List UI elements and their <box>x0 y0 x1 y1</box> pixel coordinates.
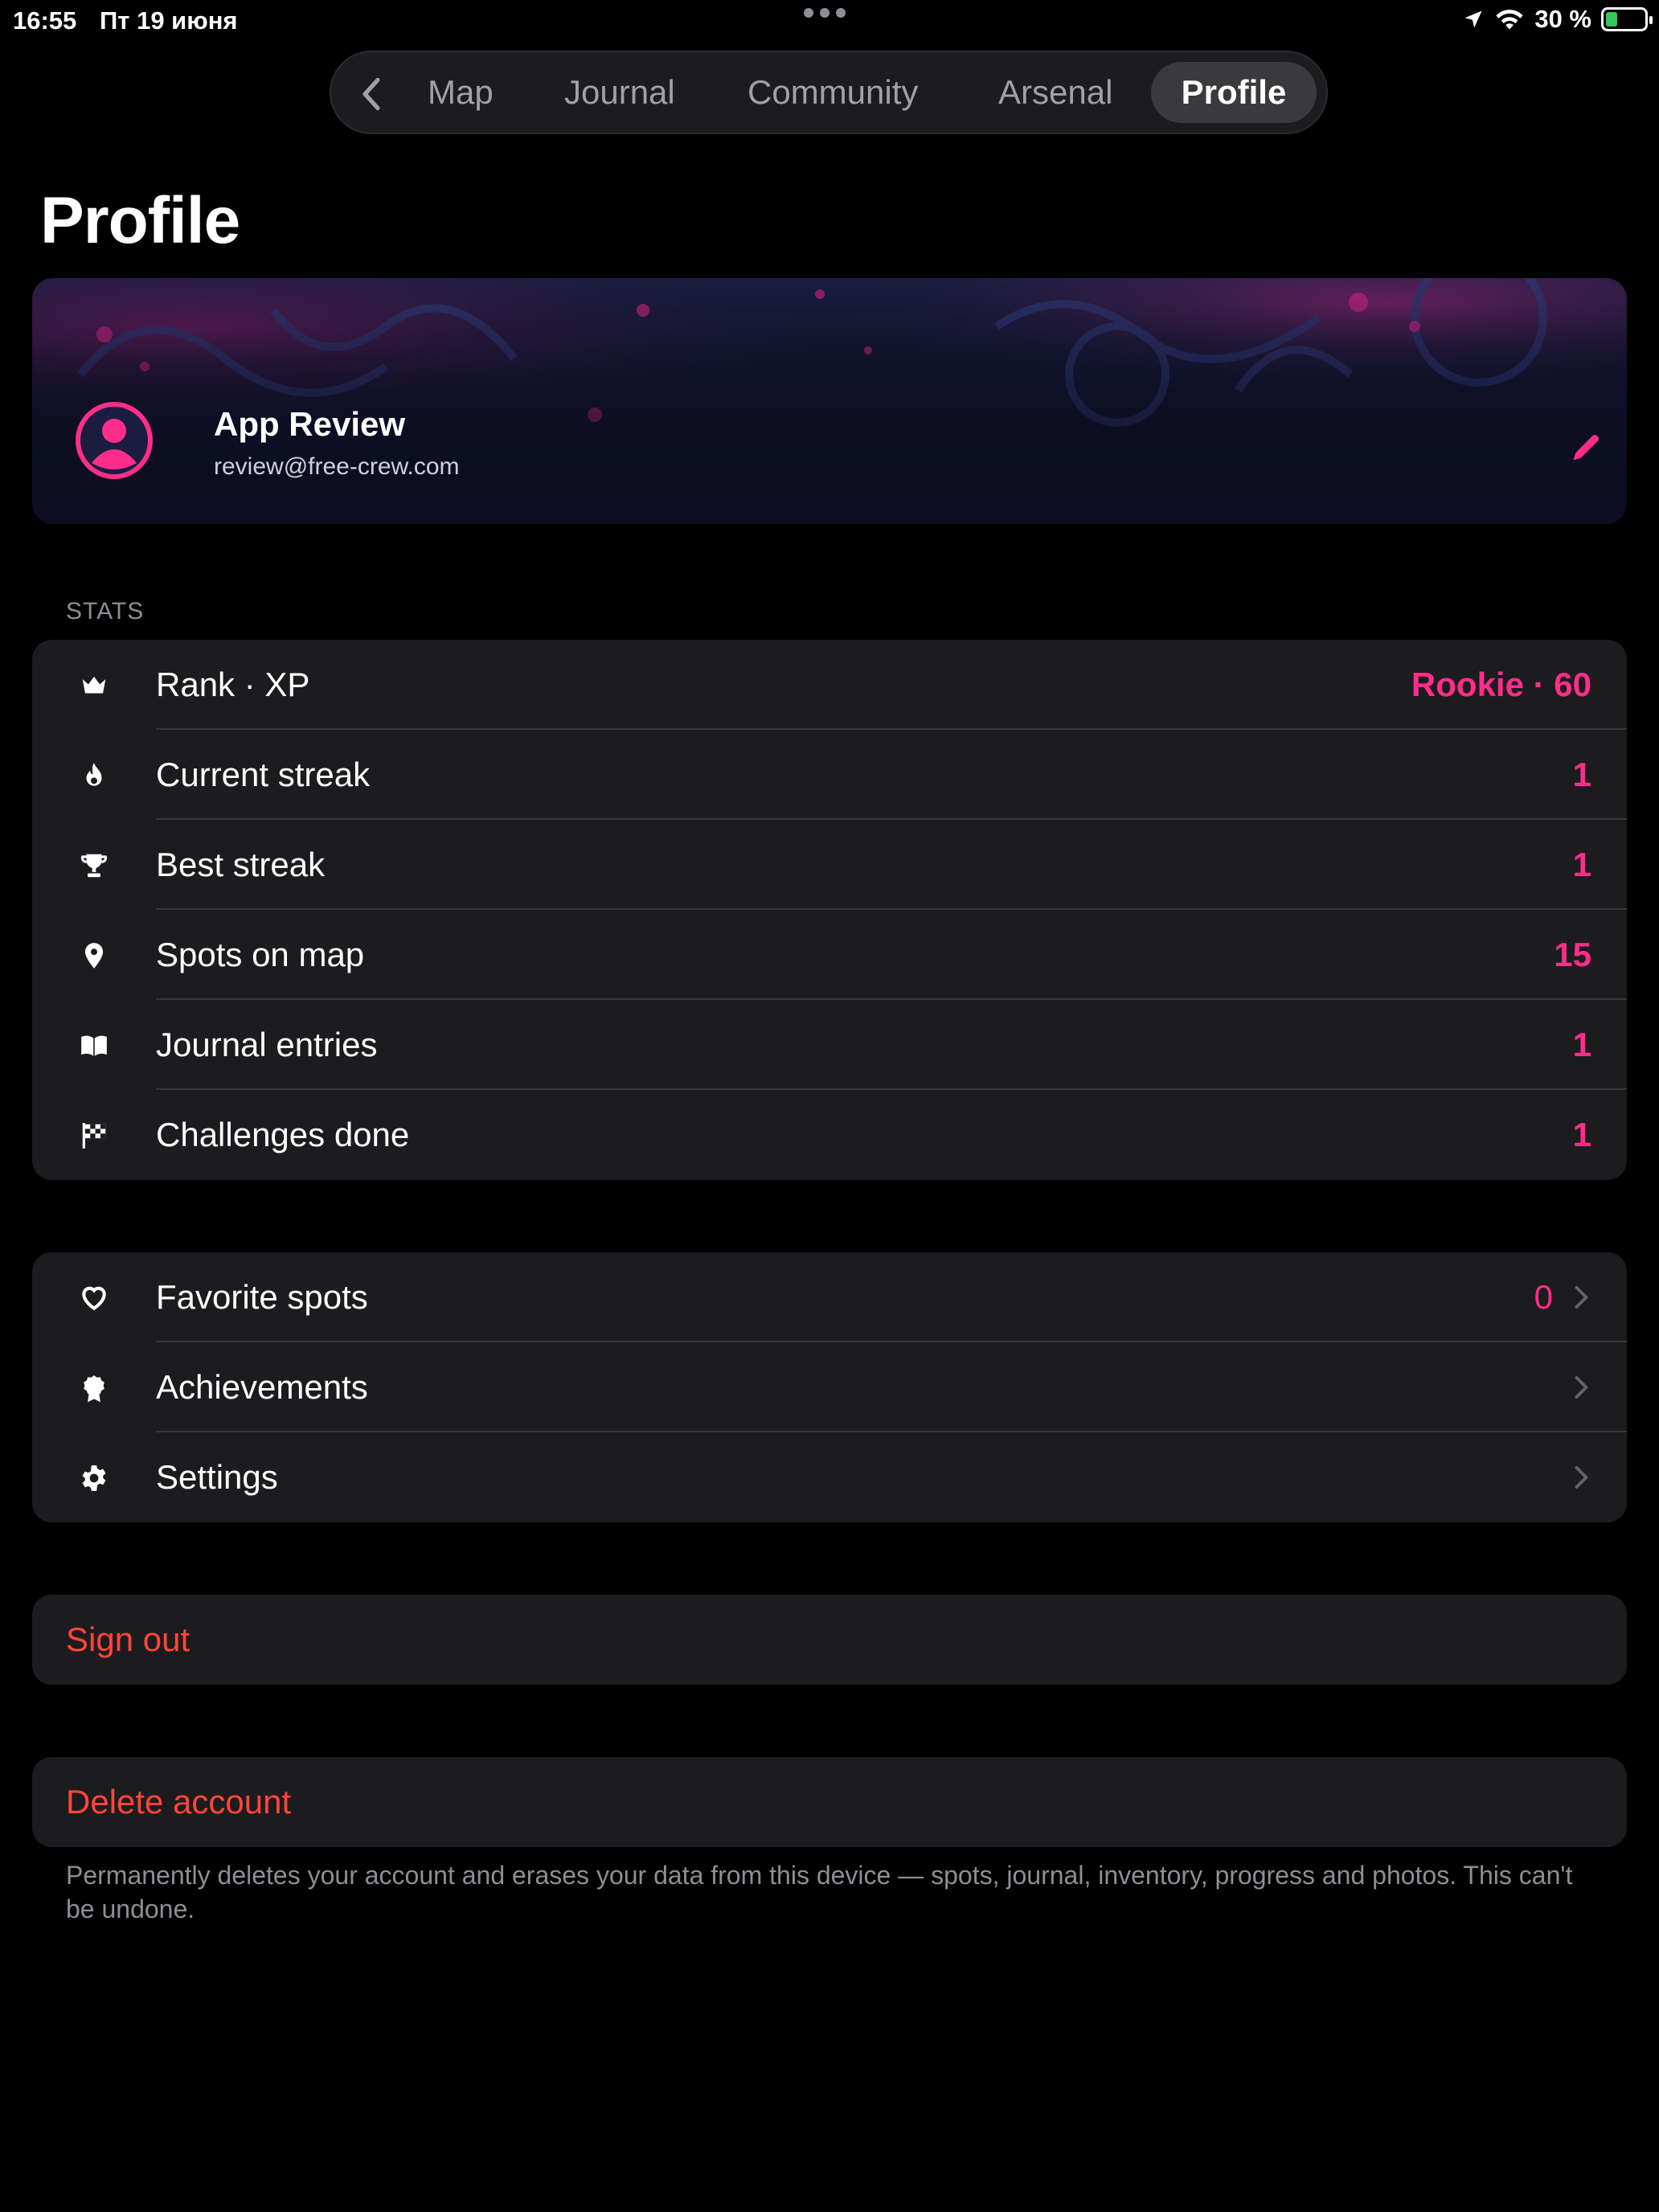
settings-row[interactable]: Settings <box>32 1432 1627 1522</box>
tab-profile[interactable]: Profile <box>1151 62 1317 123</box>
stats-group: Rank · XP Rookie · 60 Current streak 1 B… <box>32 640 1627 1180</box>
stat-row-rank: Rank · XP Rookie · 60 <box>32 640 1627 730</box>
favorite-count: 0 <box>1534 1278 1553 1316</box>
tab-arsenal[interactable]: Arsenal <box>998 52 1112 133</box>
tab-map[interactable]: Map <box>428 52 494 133</box>
location-arrow-icon <box>1464 10 1482 28</box>
crown-icon <box>82 676 106 694</box>
stat-row-best-streak: Best streak 1 <box>32 820 1627 910</box>
stat-row-current-streak: Current streak 1 <box>32 730 1627 820</box>
stat-label: Current streak <box>156 756 371 793</box>
sign-out-label: Sign out <box>66 1620 190 1658</box>
checkered-flag-icon <box>82 1123 106 1149</box>
stat-value: 1 <box>1572 1116 1591 1153</box>
flame-icon <box>86 763 102 786</box>
top-tab-bar: Map Journal Community Arsenal Profile <box>330 51 1328 134</box>
trophy-icon <box>80 854 108 878</box>
page-title: Profile <box>40 184 240 257</box>
favorite-spots-row[interactable]: Favorite spots 0 <box>32 1252 1627 1342</box>
stat-row-challenges-done: Challenges done 1 <box>32 1090 1627 1180</box>
stat-row-spots-on-map: Spots on map 15 <box>32 910 1627 1000</box>
edit-profile-button[interactable] <box>1563 415 1627 479</box>
status-time: 16:55 <box>13 6 77 35</box>
row-label: Achievements <box>156 1368 368 1406</box>
battery-icon <box>1601 7 1653 31</box>
back-button[interactable] <box>349 72 394 117</box>
chevron-right-icon <box>1575 1466 1588 1489</box>
book-icon <box>81 1035 107 1056</box>
row-label: Settings <box>156 1458 278 1496</box>
delete-account-note: Permanently deletes your account and era… <box>66 1861 1573 1923</box>
delete-account-button[interactable]: Delete account <box>32 1757 1627 1847</box>
links-group: Favorite spots 0 Achievements Settings <box>32 1252 1627 1522</box>
person-circle-icon <box>76 402 153 479</box>
chevron-right-icon <box>1575 1376 1588 1399</box>
tab-journal[interactable]: Journal <box>564 52 675 133</box>
achievements-row[interactable]: Achievements <box>32 1342 1627 1432</box>
graffiti-banner-image <box>32 278 1627 524</box>
chevron-left-icon <box>363 77 380 111</box>
status-indicators: 30 % <box>1462 5 1653 34</box>
stat-label: Best streak <box>156 846 326 883</box>
user-email: review@free-crew.com <box>214 453 460 480</box>
status-date: Пт 19 июня <box>100 6 238 35</box>
multitasking-dots-icon[interactable] <box>804 8 846 18</box>
tab-community[interactable]: Community <box>748 52 918 133</box>
stat-label: Rank · XP <box>156 666 310 703</box>
profile-card[interactable]: App Review review@free-crew.com <box>32 278 1627 524</box>
stat-value: Rookie · 60 <box>1411 666 1591 703</box>
wifi-icon <box>1496 10 1523 30</box>
user-name: App Review <box>214 405 406 443</box>
chevron-right-icon <box>1575 1286 1588 1309</box>
stat-value: 15 <box>1554 936 1591 973</box>
battery-percent: 30 % <box>1534 5 1591 33</box>
gear-icon <box>82 1465 106 1491</box>
stat-label: Journal entries <box>156 1026 378 1063</box>
map-pin-icon <box>84 943 104 969</box>
stat-value: 1 <box>1572 756 1591 793</box>
stat-row-journal-entries: Journal entries 1 <box>32 1000 1627 1090</box>
stat-label: Spots on map <box>156 936 365 973</box>
heart-icon <box>82 1286 106 1311</box>
stat-label: Challenges done <box>156 1116 410 1153</box>
medal-icon <box>84 1375 104 1403</box>
stat-value: 1 <box>1572 1026 1591 1063</box>
status-bar: 16:55 Пт 19 июня 30 % <box>0 0 1659 42</box>
sign-out-button[interactable]: Sign out <box>32 1595 1627 1685</box>
stats-header: STATS <box>66 598 145 625</box>
delete-account-label: Delete account <box>66 1783 292 1821</box>
row-label: Favorite spots <box>156 1278 368 1316</box>
pencil-icon <box>1573 435 1599 461</box>
stat-value: 1 <box>1572 846 1591 883</box>
